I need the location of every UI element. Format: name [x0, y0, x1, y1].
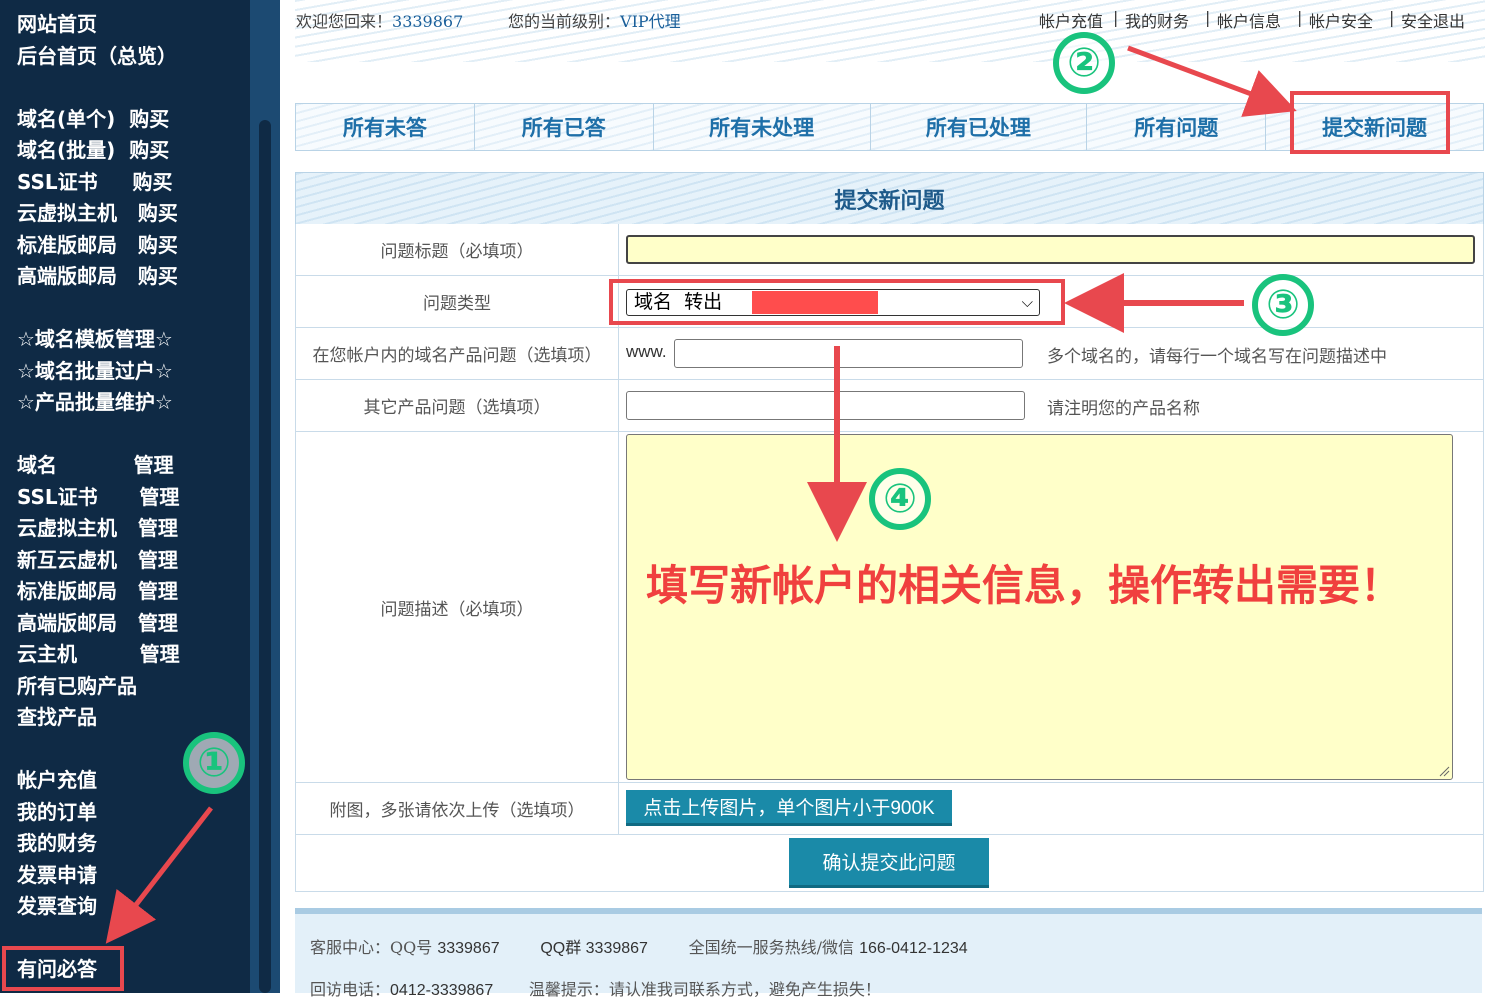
sidebar-item-domain-batch-transfer[interactable]: ☆域名批量过户☆ [17, 359, 173, 383]
sidebar-item-orders[interactable]: 我的订单 [17, 800, 97, 824]
description-label: 问题描述（必填项） [296, 432, 619, 782]
sidebar-item-all-products[interactable]: 所有已购产品 [17, 674, 137, 698]
top-link-recharge[interactable]: 帐户充值 [1039, 8, 1103, 32]
step1-marker: ① [183, 732, 245, 794]
sidebar-item-invoice-apply[interactable]: 发票申请 [17, 863, 97, 887]
annotation-box-type-select [609, 279, 1065, 325]
welcome-text: 欢迎您回来！3339867 [296, 12, 464, 31]
top-bar [295, 0, 1485, 62]
sidebar-scrollbar-thumb[interactable] [259, 120, 271, 993]
question-type-label: 问题类型 [296, 276, 619, 327]
other-product-input[interactable] [626, 391, 1025, 420]
top-link-account-security[interactable]: 帐户安全 [1309, 8, 1373, 32]
sidebar-item-manage-standard-mail[interactable]: 标准版邮局 管理 [17, 579, 178, 603]
form-title: 提交新问题 [295, 172, 1484, 225]
top-link-finance[interactable]: 我的财务 [1125, 8, 1189, 32]
step3-marker: ③ [1252, 274, 1314, 336]
domain-prefix: www. [626, 342, 667, 361]
attachment-label: 附图，多张请依次上传（选填项） [296, 783, 619, 834]
question-title-input[interactable] [626, 235, 1475, 264]
top-link-sep: | [1297, 8, 1303, 27]
domain-label: 在您帐户内的域名产品问题（选填项） [296, 328, 619, 379]
sidebar-item-manage-premium-mail[interactable]: 高端版邮局 管理 [17, 611, 178, 635]
footer-contact-line: 客服中心：QQ号 3339867 QQ群 3339867 全国统一服务热线/微信… [310, 938, 968, 957]
resize-handle-icon[interactable] [1438, 765, 1450, 777]
sidebar-item-manage-virtual-host[interactable]: 云虚拟主机 管理 [17, 516, 178, 540]
sidebar-item-recharge[interactable]: 帐户充值 [17, 768, 97, 792]
user-level: VIP代理 [620, 12, 681, 31]
tab-all-unanswered[interactable]: 所有未答 [296, 104, 475, 150]
top-link-sep: | [1205, 8, 1211, 27]
question-title-label: 问题标题（必填项） [296, 224, 619, 275]
tab-all-answered[interactable]: 所有已答 [475, 104, 654, 150]
sidebar-item-buy-virtual-host[interactable]: 云虚拟主机 购买 [17, 201, 178, 225]
sidebar-item-buy-ssl[interactable]: SSL证书 购买 [17, 170, 172, 194]
user-id: 3339867 [392, 12, 464, 31]
sidebar-item-buy-premium-mail[interactable]: 高端版邮局 购买 [17, 264, 178, 288]
sidebar-item-buy-standard-mail[interactable]: 标准版邮局 购买 [17, 233, 178, 257]
sidebar-item-manage-new-cloud[interactable]: 新互云虚机 管理 [17, 548, 178, 572]
sidebar-item-home[interactable]: 网站首页 [17, 12, 97, 36]
tab-all-processed[interactable]: 所有已处理 [871, 104, 1088, 150]
top-link-sep: | [1389, 8, 1395, 27]
sidebar-item-finance[interactable]: 我的财务 [17, 831, 97, 855]
annotation-box-submit-tab [1290, 91, 1450, 154]
other-product-hint: 请注明您的产品名称 [1047, 399, 1200, 419]
annotation-note: 填写新帐户的相关信息，操作转出需要！ [646, 561, 1403, 610]
annotation-box-qa [2, 946, 124, 991]
upload-image-button[interactable]: 点击上传图片，单个图片小于900K [626, 790, 952, 826]
sidebar-item-domain-template[interactable]: ☆域名模板管理☆ [17, 327, 173, 351]
footer: 客服中心：QQ号 3339867 QQ群 3339867 全国统一服务热线/微信… [295, 908, 1482, 999]
sidebar-item-dashboard[interactable]: 后台首页（总览） [17, 44, 177, 68]
footer-tip-line: 回访电话：0412-3339867 温馨提示：请认准我司联系方式，避免产生损失！ [310, 980, 881, 999]
sidebar-item-manage-domain[interactable]: 域名 管理 [17, 453, 174, 477]
sidebar-item-manage-cloud-host[interactable]: 云主机 管理 [17, 642, 180, 666]
step4-marker: ④ [869, 468, 931, 530]
submit-question-button[interactable]: 确认提交此问题 [789, 838, 989, 888]
top-link-account-info[interactable]: 帐户信息 [1217, 8, 1281, 32]
domain-hint: 多个域名的，请每行一个域名写在问题描述中 [1047, 347, 1387, 367]
top-link-logout[interactable]: 安全退出 [1401, 8, 1465, 32]
sidebar: 网站首页 后台首页（总览） 域名(单个) 购买 域名(批量) 购买 SSL证书 … [0, 0, 250, 993]
level-text: 您的当前级别：VIP代理 [508, 12, 681, 31]
tab-all-questions[interactable]: 所有问题 [1087, 104, 1267, 150]
sidebar-item-buy-domain-single[interactable]: 域名(单个) 购买 [17, 107, 169, 131]
sidebar-item-find-product[interactable]: 查找产品 [17, 705, 97, 729]
top-link-sep: | [1113, 8, 1119, 27]
tab-all-unprocessed[interactable]: 所有未处理 [654, 104, 871, 150]
sidebar-item-product-batch[interactable]: ☆产品批量维护☆ [17, 390, 173, 414]
other-product-label: 其它产品问题（选填项） [296, 380, 619, 431]
sidebar-item-invoice-query[interactable]: 发票查询 [17, 894, 97, 918]
step2-marker: ② [1053, 32, 1115, 94]
sidebar-item-buy-domain-batch[interactable]: 域名(批量) 购买 [17, 138, 169, 162]
domain-input[interactable] [674, 339, 1023, 368]
sidebar-item-manage-ssl[interactable]: SSL证书 管理 [17, 485, 179, 509]
